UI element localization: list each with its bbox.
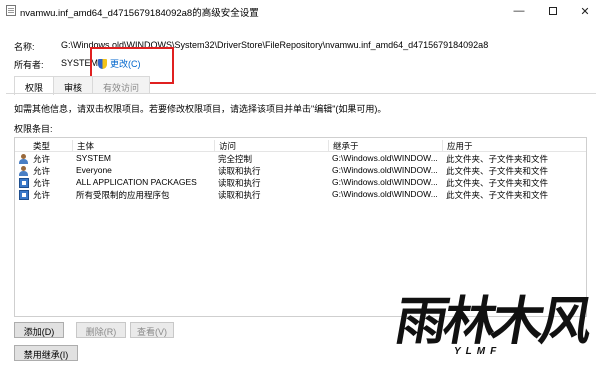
table-row[interactable]: 允许 Everyone 读取和执行 G:\Windows.old\WINDOW.… (15, 165, 586, 177)
owner-label: 所有者: (14, 60, 44, 70)
entries-label: 权限条目: (14, 124, 53, 134)
watermark-logo-text: 雨林木风 (390, 291, 594, 352)
row-access: 读取和执行 (218, 190, 261, 200)
tab-bar: 权限 审核 有效访问 (14, 76, 151, 95)
view-button[interactable]: 查看(V) (130, 322, 174, 338)
row-access: 读取和执行 (218, 166, 261, 176)
row-applies: 此文件夹、子文件夹和文件 (446, 178, 549, 188)
package-icon (19, 178, 29, 188)
user-icon (19, 166, 29, 176)
package-icon (19, 190, 29, 200)
column-access[interactable]: 访问 (214, 140, 328, 152)
row-type: 允许 (33, 154, 51, 164)
tab-effective-access[interactable]: 有效访问 (92, 76, 151, 94)
user-icon (19, 154, 29, 164)
row-type: 允许 (33, 166, 51, 176)
name-label: 名称: (14, 42, 35, 52)
maximize-icon (549, 7, 557, 15)
column-inherited-from[interactable]: 继承于 (328, 140, 442, 152)
table-row[interactable]: 允许 ALL APPLICATION PACKAGES 读取和执行 G:\Win… (15, 177, 586, 189)
window-title: nvamwu.inf_amd64_d4715679184092a8的高级安全设置 (20, 8, 259, 19)
list-header: 类型 主体 访问 继承于 应用于 (15, 138, 586, 152)
row-inherited: G:\Windows.old\WINDOW... (332, 153, 438, 163)
column-type[interactable]: 类型 (29, 140, 73, 152)
row-type: 允许 (33, 178, 51, 188)
row-access: 读取和执行 (218, 178, 261, 188)
disable-inheritance-button[interactable]: 禁用继承(I) (14, 345, 78, 361)
table-row[interactable]: 允许 SYSTEM 完全控制 G:\Windows.old\WINDOW... … (15, 153, 586, 165)
tab-auditing[interactable]: 审核 (53, 76, 94, 94)
maximize-button[interactable] (536, 0, 570, 22)
remove-button[interactable]: 删除(R) (76, 322, 126, 338)
minimize-button[interactable]: — (502, 0, 536, 22)
window-app-icon (6, 5, 16, 16)
watermark-logo: 雨林木风 YLMF (391, 291, 602, 366)
row-access: 完全控制 (218, 154, 253, 164)
row-type: 允许 (33, 190, 51, 200)
row-principal: 所有受限制的应用程序包 (76, 190, 170, 200)
row-inherited: G:\Windows.old\WINDOW... (332, 165, 438, 175)
info-text: 如需其他信息，请双击权限项目。若要修改权限项目，请选择该项目并单击"编辑"(如果… (14, 104, 387, 114)
column-principal[interactable]: 主体 (72, 140, 214, 152)
row-applies: 此文件夹、子文件夹和文件 (446, 190, 549, 200)
row-applies: 此文件夹、子文件夹和文件 (446, 166, 549, 176)
row-principal: SYSTEM (76, 153, 111, 163)
permission-entries-list[interactable]: 类型 主体 访问 继承于 应用于 允许 SYSTEM 完全控制 G:\Windo… (14, 137, 587, 317)
add-button[interactable]: 添加(D) (14, 322, 64, 338)
table-row[interactable]: 允许 所有受限制的应用程序包 读取和执行 G:\Windows.old\WIND… (15, 189, 586, 201)
row-applies: 此文件夹、子文件夹和文件 (446, 154, 549, 164)
column-applies-to[interactable]: 应用于 (442, 140, 588, 152)
title-bar: nvamwu.inf_amd64_d4715679184092a8的高级安全设置… (0, 0, 602, 22)
row-inherited: G:\Windows.old\WINDOW... (332, 177, 438, 187)
row-principal: ALL APPLICATION PACKAGES (76, 177, 197, 187)
row-inherited: G:\Windows.old\WINDOW... (332, 189, 438, 199)
watermark-sub-text: YLMF (454, 346, 502, 357)
row-principal: Everyone (76, 165, 112, 175)
close-button[interactable]: ✕ (568, 0, 602, 22)
